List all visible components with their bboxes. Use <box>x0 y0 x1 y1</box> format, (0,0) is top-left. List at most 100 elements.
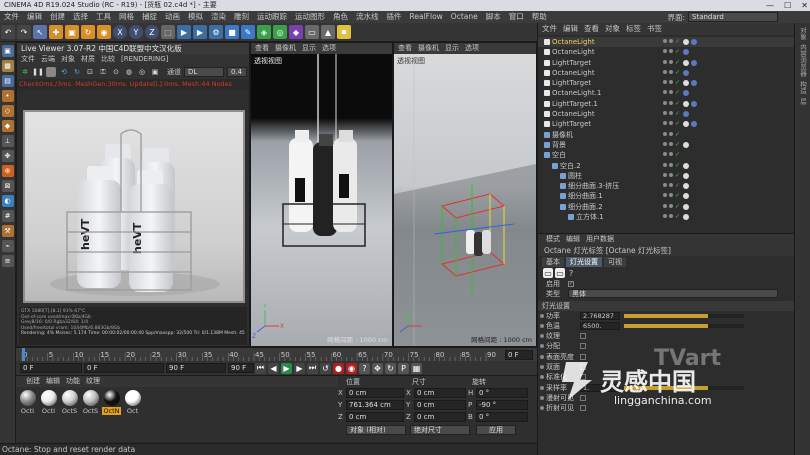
tag-icon[interactable] <box>683 193 689 200</box>
axis-x-button[interactable]: X <box>113 25 127 39</box>
attribute-checkbox[interactable] <box>580 353 586 360</box>
scale-icon[interactable]: ▣ <box>65 25 79 39</box>
viewport-canvas[interactable]: 透视视图 Y X Z 网格间距: 1000 cm <box>251 54 392 346</box>
render-dot[interactable] <box>669 49 673 54</box>
key-grid-icon[interactable]: ▦ <box>411 362 422 374</box>
visibility-dot[interactable] <box>663 59 667 64</box>
menu-item[interactable]: 网格 <box>115 11 138 23</box>
render-picture-icon[interactable]: ▶ <box>193 25 207 39</box>
preview-end-field[interactable]: 90 F <box>166 363 226 373</box>
rotate-icon[interactable]: ↻ <box>81 25 95 39</box>
check-icon[interactable]: ✓ <box>675 183 681 189</box>
right-strip-tab[interactable]: 对象 <box>798 27 808 40</box>
settings-icon[interactable]: ✲ <box>20 67 30 77</box>
loop-icon[interactable]: ↺ <box>320 362 331 374</box>
coord-mode-dropdown[interactable]: 对象 (相对) <box>346 425 406 435</box>
help-icon[interactable]: ? <box>569 269 573 278</box>
solo-icon[interactable]: ◐ <box>1 195 14 207</box>
attribute-row[interactable]: 色温 6500. <box>538 321 794 331</box>
menu-item[interactable]: 文件 <box>0 11 23 23</box>
menu-item[interactable]: 模拟 <box>184 11 207 23</box>
key-param-icon[interactable]: P <box>398 362 409 374</box>
render-settings-icon[interactable]: ⚙ <box>209 25 223 39</box>
check-icon[interactable]: ✓ <box>675 39 681 45</box>
visibility-dot[interactable] <box>663 49 667 54</box>
timeline-ruler[interactable]: 0 5 10 15 20 25 30 35 40 45 50 55 60 65 70 75 80 85 90 0 F <box>16 347 537 362</box>
object-row[interactable]: LightTarget ✓ <box>538 119 794 129</box>
position-field[interactable]: 0 cm <box>346 388 404 398</box>
object-row[interactable]: OctaneLight ✓ <box>538 47 794 57</box>
visibility-dot[interactable] <box>663 152 667 157</box>
tag-icon[interactable] <box>683 183 689 190</box>
send-icon[interactable]: ⟲ <box>59 67 69 77</box>
rotation-field[interactable]: -90 ° <box>476 400 528 410</box>
render-dot[interactable] <box>669 59 673 64</box>
menu-item[interactable]: 动画 <box>161 11 184 23</box>
check-icon[interactable]: ✓ <box>675 90 681 96</box>
visibility-dot[interactable] <box>663 100 667 105</box>
menu-item[interactable]: 工具 <box>92 11 115 23</box>
lock-render-icon[interactable]: ⚿ <box>98 67 108 77</box>
attribute-row[interactable]: 漫射可见 <box>538 393 794 403</box>
visibility-dot[interactable] <box>663 162 667 167</box>
undo-icon[interactable]: ↶ <box>1 25 15 39</box>
check-icon[interactable]: ✓ <box>675 152 681 158</box>
first-frame-icon[interactable]: ⏮ <box>255 362 266 374</box>
pen-icon[interactable]: ✎ <box>241 25 255 39</box>
axis-z-button[interactable]: Z <box>145 25 159 39</box>
key-rot-icon[interactable]: ↻ <box>385 362 396 374</box>
position-field[interactable]: 0 cm <box>346 412 404 422</box>
attribute-value-field[interactable]: 6500. <box>580 321 620 330</box>
visibility-dot[interactable] <box>663 90 667 95</box>
material-swatch[interactable]: OctN <box>102 387 121 415</box>
object-row[interactable]: 立方体.1 ✓ <box>538 212 794 222</box>
right-strip-tab[interactable]: 构造 <box>798 81 808 94</box>
size-field[interactable]: 0 cm <box>414 412 466 422</box>
viewport-menu-item[interactable]: 摄像机 <box>418 43 439 54</box>
attribute-tab[interactable]: 灯光设置 <box>566 256 602 267</box>
attribute-row[interactable]: 表面亮度 <box>538 352 794 362</box>
target-tag-icon[interactable] <box>683 90 689 97</box>
live-viewer-menu-item[interactable]: 材质 <box>81 54 95 65</box>
panel-icon-2[interactable]: ▭ <box>555 268 565 278</box>
menu-item[interactable]: 雕刻 <box>230 11 253 23</box>
render-dot[interactable] <box>669 69 673 74</box>
check-icon[interactable]: ✓ <box>675 162 681 169</box>
object-row[interactable]: OctaneLight ✓ <box>538 37 794 48</box>
viewport-menu-item[interactable]: 查看 <box>255 43 269 54</box>
menu-item[interactable]: 角色 <box>329 11 352 23</box>
deformer-icon[interactable]: ◆ <box>289 25 303 39</box>
object-row[interactable]: 空白 ✓ <box>538 150 794 160</box>
visibility-dot[interactable] <box>663 193 667 198</box>
viewport-menu-item[interactable]: 摄像机 <box>275 43 296 54</box>
maximize-icon[interactable]: ☐ <box>784 1 791 10</box>
attribute-checkbox[interactable] <box>580 343 586 350</box>
right-strip-tab[interactable]: 内容浏览器 <box>798 44 808 77</box>
pick-focus-icon[interactable]: ⊙ <box>111 67 121 77</box>
render-dot[interactable] <box>669 39 673 43</box>
object-row[interactable]: OctaneLight.1 ✓ <box>538 88 794 98</box>
menu-item[interactable]: 选择 <box>69 11 92 23</box>
tag-icon[interactable] <box>683 121 689 128</box>
menu-item[interactable]: 渲染 <box>207 11 230 23</box>
viewport-menu-item[interactable]: 选项 <box>465 43 479 54</box>
axis-mode-icon[interactable]: ⊥ <box>1 135 14 147</box>
material-menu-item[interactable]: 功能 <box>66 376 80 387</box>
tag-icon[interactable] <box>683 80 689 87</box>
layout-dropdown[interactable]: Standard <box>688 12 778 22</box>
live-viewer-menu-item[interactable]: 文件 <box>21 54 35 65</box>
attribute-checkbox[interactable] <box>580 405 586 412</box>
attribute-menu-item[interactable]: 模式 <box>546 234 560 245</box>
object-menu-item[interactable]: 查看 <box>584 23 599 35</box>
key-pos-icon[interactable]: ✥ <box>372 362 383 374</box>
render-dot[interactable] <box>669 183 673 188</box>
attribute-checkbox[interactable] <box>580 333 586 340</box>
menu-item[interactable]: Octane <box>447 11 482 23</box>
visibility-dot[interactable] <box>663 172 667 177</box>
sculpt-icon[interactable]: ⚒ <box>1 225 14 237</box>
menu-item[interactable]: 运动图形 <box>291 11 329 23</box>
snap-icon[interactable]: ⊕ <box>1 165 14 177</box>
target-tag-icon[interactable] <box>691 100 697 107</box>
size-field[interactable]: 0 cm <box>414 400 466 410</box>
render-dot[interactable] <box>669 141 673 146</box>
